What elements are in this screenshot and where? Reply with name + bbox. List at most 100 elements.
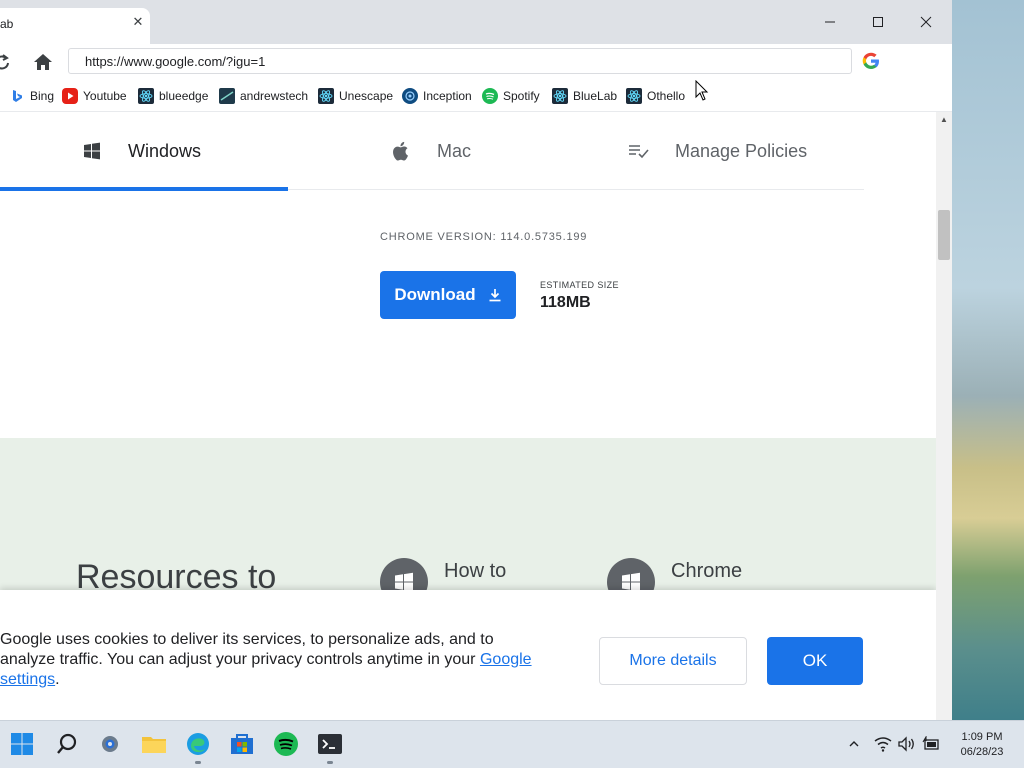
react-icon xyxy=(318,88,334,104)
close-icon xyxy=(920,16,932,28)
tab-windows[interactable]: Windows xyxy=(82,112,201,190)
clock-date: 06/28/23 xyxy=(960,746,1004,758)
bookmark-bing[interactable]: Bing xyxy=(9,87,54,105)
reload-icon xyxy=(0,54,9,70)
search-button[interactable] xyxy=(54,731,80,757)
address-bar[interactable] xyxy=(68,48,852,74)
cookie-trailing: . xyxy=(55,671,60,688)
maximize-button[interactable] xyxy=(868,12,888,32)
search-icon xyxy=(57,733,77,754)
scroll-up-arrow-icon[interactable]: ▲ xyxy=(936,112,952,128)
bookmark-spotify[interactable]: Spotify xyxy=(482,87,540,105)
bookmark-othello[interactable]: Othello xyxy=(626,87,685,105)
download-icon xyxy=(489,289,501,302)
bookmark-bluelab[interactable]: BlueLab xyxy=(552,87,617,105)
windows-icon xyxy=(84,142,100,160)
windows-start-icon xyxy=(11,733,33,755)
tab-manage-policies-label: Manage Policies xyxy=(675,140,808,161)
apple-icon xyxy=(393,141,408,161)
spotify-icon xyxy=(274,732,298,756)
bookmark-label: Bing xyxy=(30,89,55,103)
show-hidden-icons-button[interactable] xyxy=(845,735,863,753)
bookmark-label: BlueLab xyxy=(573,89,618,103)
google-icon[interactable] xyxy=(862,52,880,70)
cookie-message: Google uses cookies to deliver its servi… xyxy=(0,630,540,690)
system-clock[interactable]: 1:09 PM 06/28/23 xyxy=(952,730,1012,760)
browser-window: ab ✕ https://www.google.com/?igu=1 Bing … xyxy=(0,0,952,720)
desktop-wallpaper xyxy=(952,0,1024,720)
bookmark-label: andrewstech xyxy=(240,89,309,103)
home-button[interactable] xyxy=(31,50,55,74)
start-button[interactable] xyxy=(9,731,35,757)
bookmark-inception[interactable]: Inception xyxy=(402,87,472,105)
battery-icon xyxy=(922,736,939,750)
edge-icon xyxy=(187,733,209,755)
clock-time: 1:09 PM xyxy=(961,731,1003,743)
minimize-button[interactable] xyxy=(820,12,840,32)
browser-toolbar xyxy=(0,44,952,80)
bookmark-youtube[interactable]: Youtube xyxy=(62,87,127,105)
close-window-button[interactable] xyxy=(916,12,936,32)
volume-icon xyxy=(898,736,914,752)
bookmark-label: blueedge xyxy=(159,89,209,103)
tab-windows-label: Windows xyxy=(128,140,202,161)
ok-button[interactable]: OK xyxy=(767,637,863,685)
bookmark-label: Spotify xyxy=(503,89,540,103)
file-explorer-app[interactable] xyxy=(141,731,167,757)
andrewstech-icon xyxy=(219,88,235,104)
minimize-icon xyxy=(825,21,835,23)
react-icon xyxy=(552,88,568,104)
title-bar: ab ✕ xyxy=(0,0,952,44)
chevron-up-icon xyxy=(849,741,859,747)
reload-button[interactable] xyxy=(0,50,14,74)
tab-manage-policies[interactable]: Manage Policies xyxy=(628,112,807,190)
store-app[interactable] xyxy=(229,731,255,757)
wifi-button[interactable] xyxy=(874,735,892,753)
spotify-app[interactable] xyxy=(273,731,299,757)
react-icon xyxy=(138,88,154,104)
bookmark-label: Inception xyxy=(423,89,472,103)
battery-button[interactable] xyxy=(922,735,940,753)
scroll-thumb[interactable] xyxy=(938,210,950,260)
download-button[interactable]: Download xyxy=(380,271,516,319)
cookie-banner: Google uses cookies to deliver its servi… xyxy=(0,590,936,720)
tab-mac-label: Mac xyxy=(437,140,472,161)
vertical-scrollbar[interactable]: ▲ xyxy=(936,112,952,720)
volume-button[interactable] xyxy=(898,735,916,753)
bookmark-andrewstech[interactable]: andrewstech xyxy=(219,87,308,105)
url-input[interactable] xyxy=(69,49,851,73)
chrome-version-text: CHROME VERSION: 114.0.5735.199 xyxy=(380,231,588,243)
maximize-icon xyxy=(873,17,883,27)
os-tabs: Windows Mac Manage Policies xyxy=(0,112,864,191)
active-tab-indicator xyxy=(0,187,288,191)
tab-title: ab xyxy=(0,17,14,31)
bookmark-label: Youtube xyxy=(83,89,127,103)
react-icon xyxy=(626,88,642,104)
bookmark-label: Unescape xyxy=(339,89,394,103)
running-indicator xyxy=(195,761,201,764)
bing-icon xyxy=(9,88,25,104)
terminal-app[interactable] xyxy=(317,731,343,757)
mouse-cursor-icon xyxy=(695,80,709,101)
tab-close-icon[interactable]: ✕ xyxy=(130,14,146,30)
youtube-icon xyxy=(62,88,78,104)
bookmark-unescape[interactable]: Unescape xyxy=(318,87,393,105)
estimated-size-label: ESTIMATED SIZE xyxy=(540,280,619,290)
browser-tab[interactable]: ab ✕ xyxy=(0,8,150,44)
bookmarks-bar: Bing Youtube blueedge andrewstech Unesca… xyxy=(0,80,952,112)
inception-icon xyxy=(402,88,418,104)
tab-mac[interactable]: Mac xyxy=(390,112,471,190)
terminal-icon xyxy=(318,734,342,754)
settings-app[interactable] xyxy=(97,731,123,757)
more-details-button[interactable]: More details xyxy=(599,637,747,685)
home-icon xyxy=(34,54,52,70)
policy-list-icon xyxy=(629,145,649,159)
running-indicator xyxy=(327,761,333,764)
resource-item-label: Chrome xyxy=(671,560,743,582)
bookmark-blueedge[interactable]: blueedge xyxy=(138,87,208,105)
estimated-size-value: 118MB xyxy=(540,294,591,311)
download-button-label: Download xyxy=(394,285,476,304)
edge-app[interactable] xyxy=(185,731,211,757)
page-content: Windows Mac Manage Policies CHROME VERSI… xyxy=(0,112,936,720)
resource-item-label: How to xyxy=(444,560,507,582)
